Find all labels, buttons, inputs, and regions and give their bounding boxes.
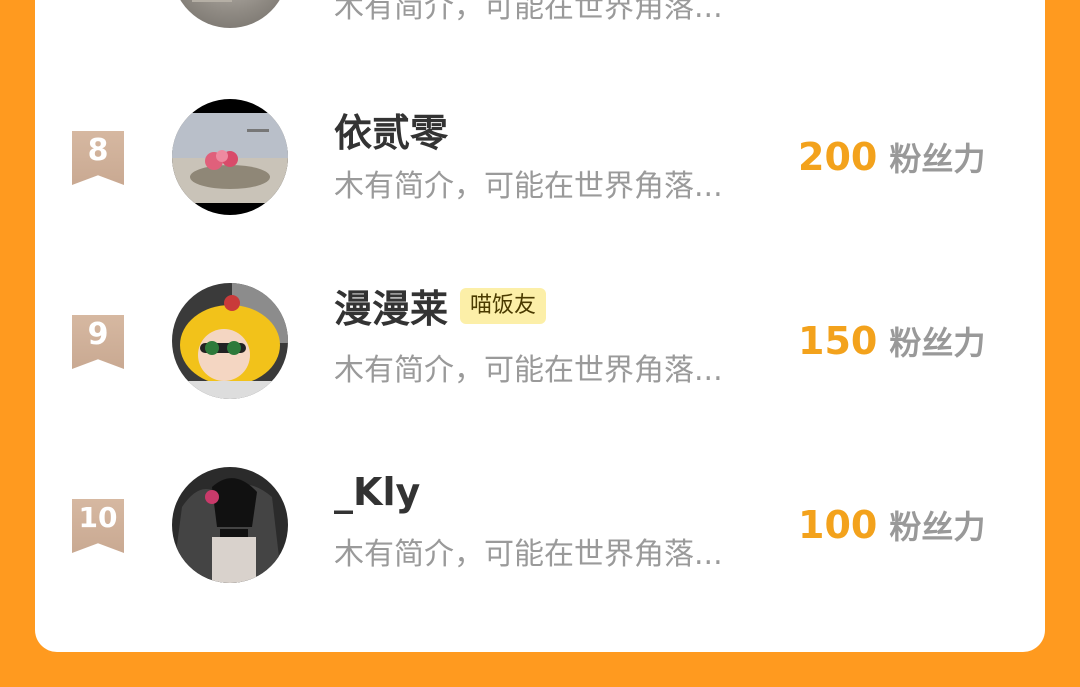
user-name-text: _Kly xyxy=(334,470,421,514)
user-name[interactable]: 漫漫莱 喵饭友 xyxy=(334,278,547,333)
fan-score-unit: 粉丝力 xyxy=(889,324,986,362)
fan-score-value: 100 xyxy=(798,503,878,547)
user-bio: 木有简介，可能在世界角落... xyxy=(334,537,723,572)
rank-badge: 9 xyxy=(72,315,124,369)
fan-score: 200 粉丝力 xyxy=(798,134,985,180)
avatar xyxy=(172,283,288,399)
user-bio: 木有简介，可能在世界角落... xyxy=(334,0,723,25)
list-item[interactable]: 8 依贰零 木有简介，可能在世界角落... 200 粉丝力 xyxy=(35,98,1045,228)
avatar-image xyxy=(172,283,288,399)
fan-score-value: 200 xyxy=(798,135,878,179)
user-bio: 木有简介，可能在世界角落... xyxy=(334,169,723,204)
list-item-partial[interactable]: 木有简介，可能在世界角落... xyxy=(35,0,1045,90)
avatar xyxy=(172,0,288,28)
rank-badge: 8 xyxy=(72,131,124,185)
fan-score-unit: 粉丝力 xyxy=(889,508,986,546)
avatar xyxy=(172,467,288,583)
rank-badge: 10 xyxy=(72,499,124,553)
fan-score: 150 粉丝力 xyxy=(798,318,985,364)
fan-score: 100 粉丝力 xyxy=(798,502,985,548)
fan-score-value: 150 xyxy=(798,319,878,363)
user-name-text: 依贰零 xyxy=(334,111,449,155)
avatar-image xyxy=(172,99,288,215)
avatar-image xyxy=(172,467,288,583)
list-item[interactable]: 10 _Kly 木有简介，可能在世界角落... 100 粉丝力 xyxy=(35,466,1045,596)
user-name-text: 漫漫莱 xyxy=(334,287,449,331)
fan-tag-badge: 喵饭友 xyxy=(460,287,547,324)
fan-score-unit: 粉丝力 xyxy=(889,140,986,178)
user-name[interactable]: _Kly xyxy=(334,470,420,514)
avatar xyxy=(172,99,288,215)
user-name[interactable]: 依贰零 xyxy=(334,102,448,157)
list-item[interactable]: 9 漫漫莱 喵饭友 木有简介，可能在世界角落... 150 粉丝力 xyxy=(35,282,1045,412)
user-bio: 木有简介，可能在世界角落... xyxy=(334,353,723,388)
leaderboard-card: 木有简介，可能在世界角落... 8 依贰零 木有简介，可能在世界角落... 20… xyxy=(35,0,1045,652)
